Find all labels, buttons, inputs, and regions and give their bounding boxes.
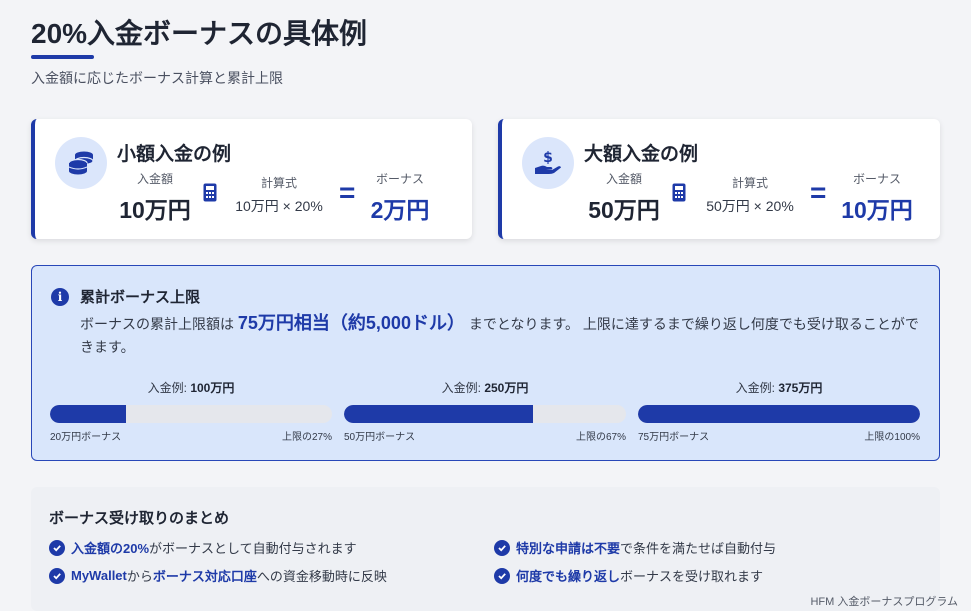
page-title: 20%入金ボーナスの具体例 bbox=[31, 18, 368, 49]
bar-heading: 入金例: 100万円 bbox=[50, 379, 332, 396]
title-underline bbox=[31, 55, 94, 59]
check-circle-icon bbox=[494, 539, 510, 556]
limit-highlight: 75万円相当（約5,000ドル） bbox=[237, 313, 465, 333]
summary-item-pre: MyWallet bbox=[71, 568, 127, 583]
example-title: 大額入金の例 bbox=[584, 144, 699, 165]
page-subtitle: 入金額に応じたボーナス計算と累計上限 bbox=[31, 70, 283, 86]
bar-fill bbox=[638, 405, 920, 423]
bar-percent-label: 上限の100% bbox=[864, 432, 920, 443]
bonus-label: ボーナス bbox=[852, 172, 901, 186]
calculator-icon bbox=[203, 183, 217, 207]
small-deposit-card: 小額入金の例 入金額 10万円 計算式 10万円 × 20% = ボーナス 2万… bbox=[31, 119, 472, 239]
summary-item-mid: から bbox=[126, 569, 153, 584]
deposit-label: 入金額 bbox=[605, 172, 642, 186]
summary-section: ボーナス受け取りのまとめ 入金額の20% がボーナスとして自動付与されます 特別な… bbox=[31, 487, 940, 611]
summary-item: 何度でも繰り返し ボーナスを受け取れます bbox=[494, 566, 763, 585]
summary-item-text: への資金移動時に反映 bbox=[256, 569, 387, 584]
summary-item-text: がボーナスとして自動付与されます bbox=[149, 541, 357, 556]
summary-item-text: で条件を満たせば自動付与 bbox=[620, 541, 777, 556]
svg-text:$: $ bbox=[543, 150, 553, 166]
bar-head-label: 入金例: bbox=[735, 381, 779, 395]
bar-track bbox=[638, 405, 920, 423]
summary-item-bold: 特別な申請は不要 bbox=[516, 541, 621, 556]
bar-bonus-label: 75万円ボーナス bbox=[638, 432, 710, 443]
cumulative-limit-box: i 累計ボーナス上限 ボーナスの累計上限額は 75万円相当（約5,000ドル） … bbox=[31, 265, 940, 461]
summary-item-bold: ボーナス対応口座 bbox=[152, 569, 257, 584]
limit-title: 累計ボーナス上限 bbox=[80, 289, 201, 306]
bonus-amount: 10万円 bbox=[841, 197, 913, 223]
equals-sign: = bbox=[339, 177, 356, 208]
limit-text-before: ボーナスの累計上限額は bbox=[80, 316, 238, 332]
bar-bonus-label: 20万円ボーナス bbox=[50, 432, 122, 443]
bar-bonus-label: 50万円ボーナス bbox=[344, 432, 416, 443]
check-circle-icon bbox=[49, 567, 65, 584]
large-deposit-card: $ 大額入金の例 入金額 50万円 計算式 50万円 × 20% = ボーナス … bbox=[498, 119, 940, 239]
bar-percent-label: 上限の67% bbox=[575, 432, 626, 443]
summary-item: 特別な申請は不要 で条件を満たせば自動付与 bbox=[494, 538, 776, 557]
deposit-amount: 10万円 bbox=[119, 197, 191, 223]
bar-head-label: 入金例: bbox=[441, 381, 485, 395]
progress-bar-250man: 入金例: 250万円 50万円ボーナス 上限の67% bbox=[344, 379, 626, 443]
equals-sign: = bbox=[810, 177, 827, 208]
coins-icon bbox=[55, 137, 107, 189]
formula-label: 計算式 bbox=[731, 176, 768, 190]
bar-head-value: 375万円 bbox=[778, 381, 823, 395]
progress-bar-375man: 入金例: 375万円 75万円ボーナス 上限の100% bbox=[638, 379, 920, 443]
summary-title: ボーナス受け取りのまとめ bbox=[49, 510, 230, 527]
bar-heading: 入金例: 250万円 bbox=[344, 379, 626, 396]
bar-fill bbox=[50, 405, 127, 423]
bonus-label: ボーナス bbox=[375, 172, 424, 186]
bar-track bbox=[344, 405, 626, 423]
summary-item: MyWallet から ボーナス対応口座 への資金移動時に反映 bbox=[49, 566, 387, 585]
footer-caption: HFM 入金ボーナスプログラム bbox=[810, 596, 958, 608]
info-icon: i bbox=[51, 288, 69, 306]
summary-item-bold: 入金額の20% bbox=[71, 541, 150, 556]
formula-label: 計算式 bbox=[260, 176, 297, 190]
deposit-amount: 50万円 bbox=[588, 197, 660, 223]
bar-head-value: 250万円 bbox=[484, 381, 529, 395]
progress-bar-100man: 入金例: 100万円 20万円ボーナス 上限の27% bbox=[50, 379, 332, 443]
calculator-icon bbox=[672, 183, 686, 207]
bonus-amount: 2万円 bbox=[370, 197, 430, 223]
summary-item-text: ボーナスを受け取れます bbox=[620, 569, 764, 584]
check-circle-icon bbox=[49, 539, 65, 556]
formula: 10万円 × 20% bbox=[235, 198, 323, 214]
bar-fill bbox=[344, 405, 533, 423]
limit-description: ボーナスの累計上限額は 75万円相当（約5,000ドル） までとなります。 上限… bbox=[80, 312, 920, 359]
example-title: 小額入金の例 bbox=[117, 144, 232, 165]
formula: 50万円 × 20% bbox=[706, 198, 794, 214]
hand-dollar-icon: $ bbox=[522, 137, 574, 189]
bar-head-value: 100万円 bbox=[190, 381, 235, 395]
summary-item: 入金額の20% がボーナスとして自動付与されます bbox=[49, 538, 357, 557]
deposit-label: 入金額 bbox=[136, 172, 173, 186]
bar-percent-label: 上限の27% bbox=[281, 432, 332, 443]
bar-track bbox=[50, 405, 332, 423]
check-circle-icon bbox=[494, 567, 510, 584]
bar-heading: 入金例: 375万円 bbox=[638, 379, 920, 396]
summary-item-bold: 何度でも繰り返し bbox=[516, 569, 621, 584]
bar-head-label: 入金例: bbox=[147, 381, 191, 395]
